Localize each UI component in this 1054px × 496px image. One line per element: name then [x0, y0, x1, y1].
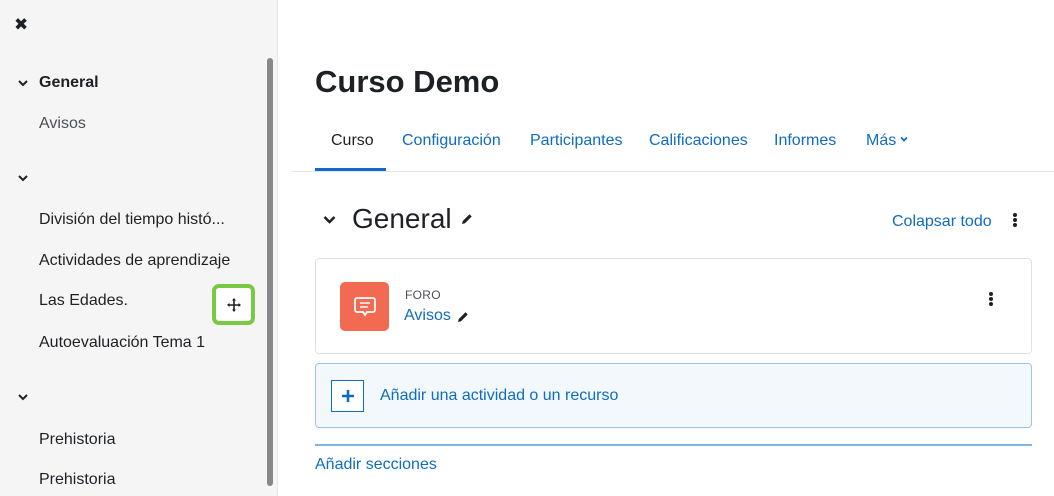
pencil-icon[interactable] [459, 211, 475, 227]
section-title: General [352, 203, 452, 234]
tab-participantes[interactable]: Participantes [530, 132, 623, 150]
collapse-all-link[interactable]: Colapsar todo [892, 213, 992, 231]
sidebar-item-prehistoria[interactable]: Prehistoria [39, 431, 115, 449]
chevron-down-icon [900, 136, 908, 142]
sidebar-section-2[interactable] [14, 166, 32, 190]
plus-icon [331, 380, 364, 412]
activity-type: FORO [405, 288, 441, 302]
move-icon [226, 297, 241, 312]
sidebar-item-las-edades[interactable]: Las Edades. [39, 292, 128, 310]
section-divider [315, 444, 1032, 446]
active-tab-indicator [315, 168, 386, 171]
activity-name-link[interactable]: Avisos [404, 307, 451, 325]
course-tabs: Curso Configuración Participantes Califi… [292, 126, 1054, 172]
sidebar-item-division[interactable]: División del tiempo histó... [39, 211, 225, 229]
move-button[interactable] [212, 284, 255, 325]
page-title: Curso Demo [315, 64, 500, 99]
sidebar-item-prehistoria[interactable]: Prehistoria [39, 471, 115, 489]
activity-menu-icon[interactable] [987, 291, 995, 307]
chevron-down-icon[interactable] [14, 169, 32, 187]
tab-mas[interactable]: Más [866, 132, 909, 150]
tab-configuracion[interactable]: Configuración [402, 132, 501, 150]
tab-curso[interactable]: Curso [331, 132, 374, 150]
tab-mas-label: Más [866, 132, 897, 149]
section-menu-icon[interactable] [1011, 212, 1019, 228]
course-index-drawer: ✖ General Avisos División del tiempo his… [0, 0, 278, 496]
tab-calificaciones[interactable]: Calificaciones [649, 132, 748, 150]
sidebar-scrollbar[interactable] [267, 58, 273, 486]
sidebar-item-avisos[interactable]: Avisos [39, 115, 86, 133]
sidebar-section-3[interactable] [14, 385, 32, 409]
forum-icon[interactable] [340, 282, 389, 331]
close-icon[interactable]: ✖ [14, 15, 34, 35]
pencil-icon[interactable] [455, 309, 471, 325]
chevron-down-icon[interactable] [320, 210, 338, 228]
activity-card: FORO Avisos [315, 258, 1032, 354]
chevron-down-icon[interactable] [14, 388, 32, 406]
chevron-down-icon[interactable] [14, 74, 32, 92]
tab-informes[interactable]: Informes [774, 132, 836, 150]
sidebar-section-title: General [39, 74, 99, 91]
sidebar-section-general[interactable]: General [14, 71, 99, 95]
sidebar-item-autoevaluacion[interactable]: Autoevaluación Tema 1 [39, 334, 205, 352]
add-sections-link[interactable]: Añadir secciones [315, 456, 437, 474]
add-activity-label: Añadir una actividad o un recurso [380, 387, 619, 404]
add-activity-button[interactable]: Añadir una actividad o un recurso [315, 363, 1032, 428]
sidebar-item-actividades[interactable]: Actividades de aprendizaje [39, 252, 230, 270]
section-header: General [320, 203, 475, 235]
